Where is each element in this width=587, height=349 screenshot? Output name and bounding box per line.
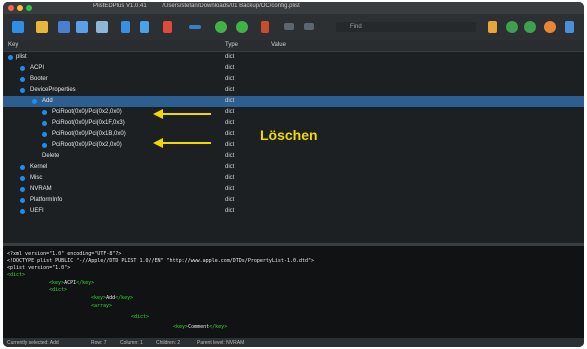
value-column-header[interactable]: Value xyxy=(271,42,286,48)
new-file-icon[interactable] xyxy=(12,21,24,33)
tree-row-platforminfo[interactable]: PlatformInfo dict xyxy=(3,195,584,206)
save-icon[interactable] xyxy=(58,21,70,33)
move-down-icon[interactable] xyxy=(236,21,248,33)
close-window-button[interactable] xyxy=(8,5,14,11)
code-line: <plist version="1.0"> xyxy=(7,265,71,271)
code-line: <key>Add</key> xyxy=(91,295,134,301)
green-circle-1-icon[interactable] xyxy=(506,21,518,33)
sort-icon[interactable] xyxy=(121,21,130,33)
green-circle-2-icon[interactable] xyxy=(524,21,536,33)
annotation-label: Löschen xyxy=(260,127,318,143)
find-field[interactable]: Find xyxy=(336,22,476,32)
xml-source-view[interactable]: <?xml version="1.0" encoding="UTF-8"?> <… xyxy=(3,246,584,338)
type-column-header[interactable]: Type xyxy=(225,42,238,48)
undo-icon[interactable] xyxy=(284,23,294,30)
code-line: <?xml version="1.0" encoding="UTF-8"?> xyxy=(7,251,122,257)
title-bar: PlistEDPlus V1.0.41 /Users/stefan/Downlo… xyxy=(3,2,584,14)
code-line: <key>ACPI</key> xyxy=(49,280,95,286)
separator-icon xyxy=(189,25,201,29)
status-selected: Currently selected: Add xyxy=(7,340,59,346)
status-bar: Currently selected: Add Row: 7 Column: 1… xyxy=(3,338,584,347)
tree-row-deviceproperties[interactable]: DeviceProperties dict xyxy=(3,85,584,96)
toolbar: Find xyxy=(3,14,584,40)
node-icon xyxy=(20,198,25,203)
node-icon xyxy=(20,187,25,192)
zoom-window-button[interactable] xyxy=(26,5,32,11)
arrow-left-icon xyxy=(153,138,211,148)
code-line: <key>Comment</key> xyxy=(173,324,228,330)
column-header: Key Type Value xyxy=(3,40,584,52)
orange-circle-icon[interactable] xyxy=(544,21,556,33)
plist-tree: plist dict ACPI dict Booter dict DeviceP… xyxy=(3,52,584,242)
node-icon xyxy=(42,121,47,126)
add-child-icon[interactable] xyxy=(140,21,149,33)
status-column: Column: 1 xyxy=(120,340,143,346)
tree-row-plist[interactable]: plist dict xyxy=(3,52,584,63)
code-line: <dict> xyxy=(49,287,68,293)
node-icon xyxy=(20,88,25,93)
file-path: /Users/stefan/Downloads/01 Backup/OC/con… xyxy=(162,3,300,9)
tree-row-nvram[interactable]: NVRAM dict xyxy=(3,184,584,195)
node-icon xyxy=(32,99,37,104)
app-window: PlistEDPlus V1.0.41 /Users/stefan/Downlo… xyxy=(3,2,584,347)
tree-row-booter[interactable]: Booter dict xyxy=(3,74,584,85)
status-row: Row: 7 xyxy=(91,340,107,346)
node-icon xyxy=(8,55,13,60)
open-folder-icon[interactable] xyxy=(36,21,48,33)
node-icon xyxy=(42,132,47,137)
delete-icon[interactable] xyxy=(163,21,172,33)
move-up-icon[interactable] xyxy=(215,21,227,33)
node-icon xyxy=(42,110,47,115)
add-item-icon[interactable] xyxy=(261,21,269,33)
search-icon[interactable] xyxy=(488,21,497,33)
tree-row-acpi[interactable]: ACPI dict xyxy=(3,63,584,74)
find-placeholder: Find xyxy=(350,24,362,30)
save-as-icon[interactable] xyxy=(76,21,88,33)
node-icon xyxy=(42,143,47,148)
tree-row-misc[interactable]: Misc dict xyxy=(3,173,584,184)
tree-row-pci-1[interactable]: PciRoot(0x0)/Pci(0x2,0x0) dict xyxy=(3,107,584,118)
export-icon[interactable] xyxy=(96,21,108,33)
settings-icon[interactable] xyxy=(565,21,574,33)
node-icon xyxy=(20,176,25,181)
tree-row-add[interactable]: Add dict xyxy=(3,96,584,107)
status-parent: Parent level: NVRAM xyxy=(197,340,245,346)
code-line: <dict> xyxy=(131,314,150,320)
tree-row-delete[interactable]: Delete dict xyxy=(3,151,584,162)
redo-icon[interactable] xyxy=(304,23,314,30)
node-icon xyxy=(20,77,25,82)
node-icon xyxy=(20,165,25,170)
code-line: <dict> xyxy=(7,272,26,278)
window-title: PlistEDPlus V1.0.41 /Users/stefan/Downlo… xyxy=(93,3,493,9)
tree-row-uefi[interactable]: UEFI dict xyxy=(3,206,584,217)
code-line: <!DOCTYPE plist PUBLIC "-//Apple//DTD PL… xyxy=(7,258,315,264)
arrow-left-icon xyxy=(153,109,211,119)
app-title: PlistEDPlus V1.0.41 xyxy=(93,3,147,9)
key-column-header[interactable]: Key xyxy=(8,42,18,48)
minimize-window-button[interactable] xyxy=(17,5,23,11)
node-icon xyxy=(20,66,25,71)
tree-row-kernel[interactable]: Kernel dict xyxy=(3,162,584,173)
code-line: <array> xyxy=(91,303,113,309)
node-icon xyxy=(20,209,25,214)
status-children: Children: 2 xyxy=(156,340,181,346)
